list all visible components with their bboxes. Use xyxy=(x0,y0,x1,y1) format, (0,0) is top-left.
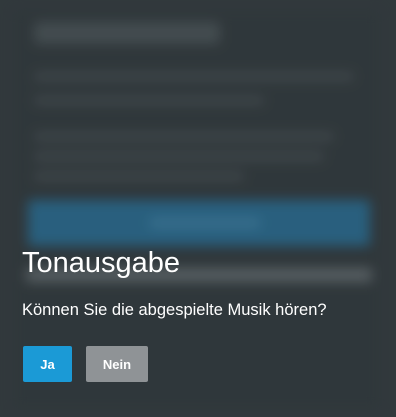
screen: Tonausgabe Können Sie die abgespielte Mu… xyxy=(0,0,396,417)
audio-output-dialog: Tonausgabe Können Sie die abgespielte Mu… xyxy=(0,0,396,417)
yes-button[interactable]: Ja xyxy=(23,346,72,382)
dialog-question: Können Sie die abgespielte Musik hören? xyxy=(22,301,327,319)
no-button[interactable]: Nein xyxy=(86,346,148,382)
dialog-title: Tonausgabe xyxy=(22,247,181,279)
